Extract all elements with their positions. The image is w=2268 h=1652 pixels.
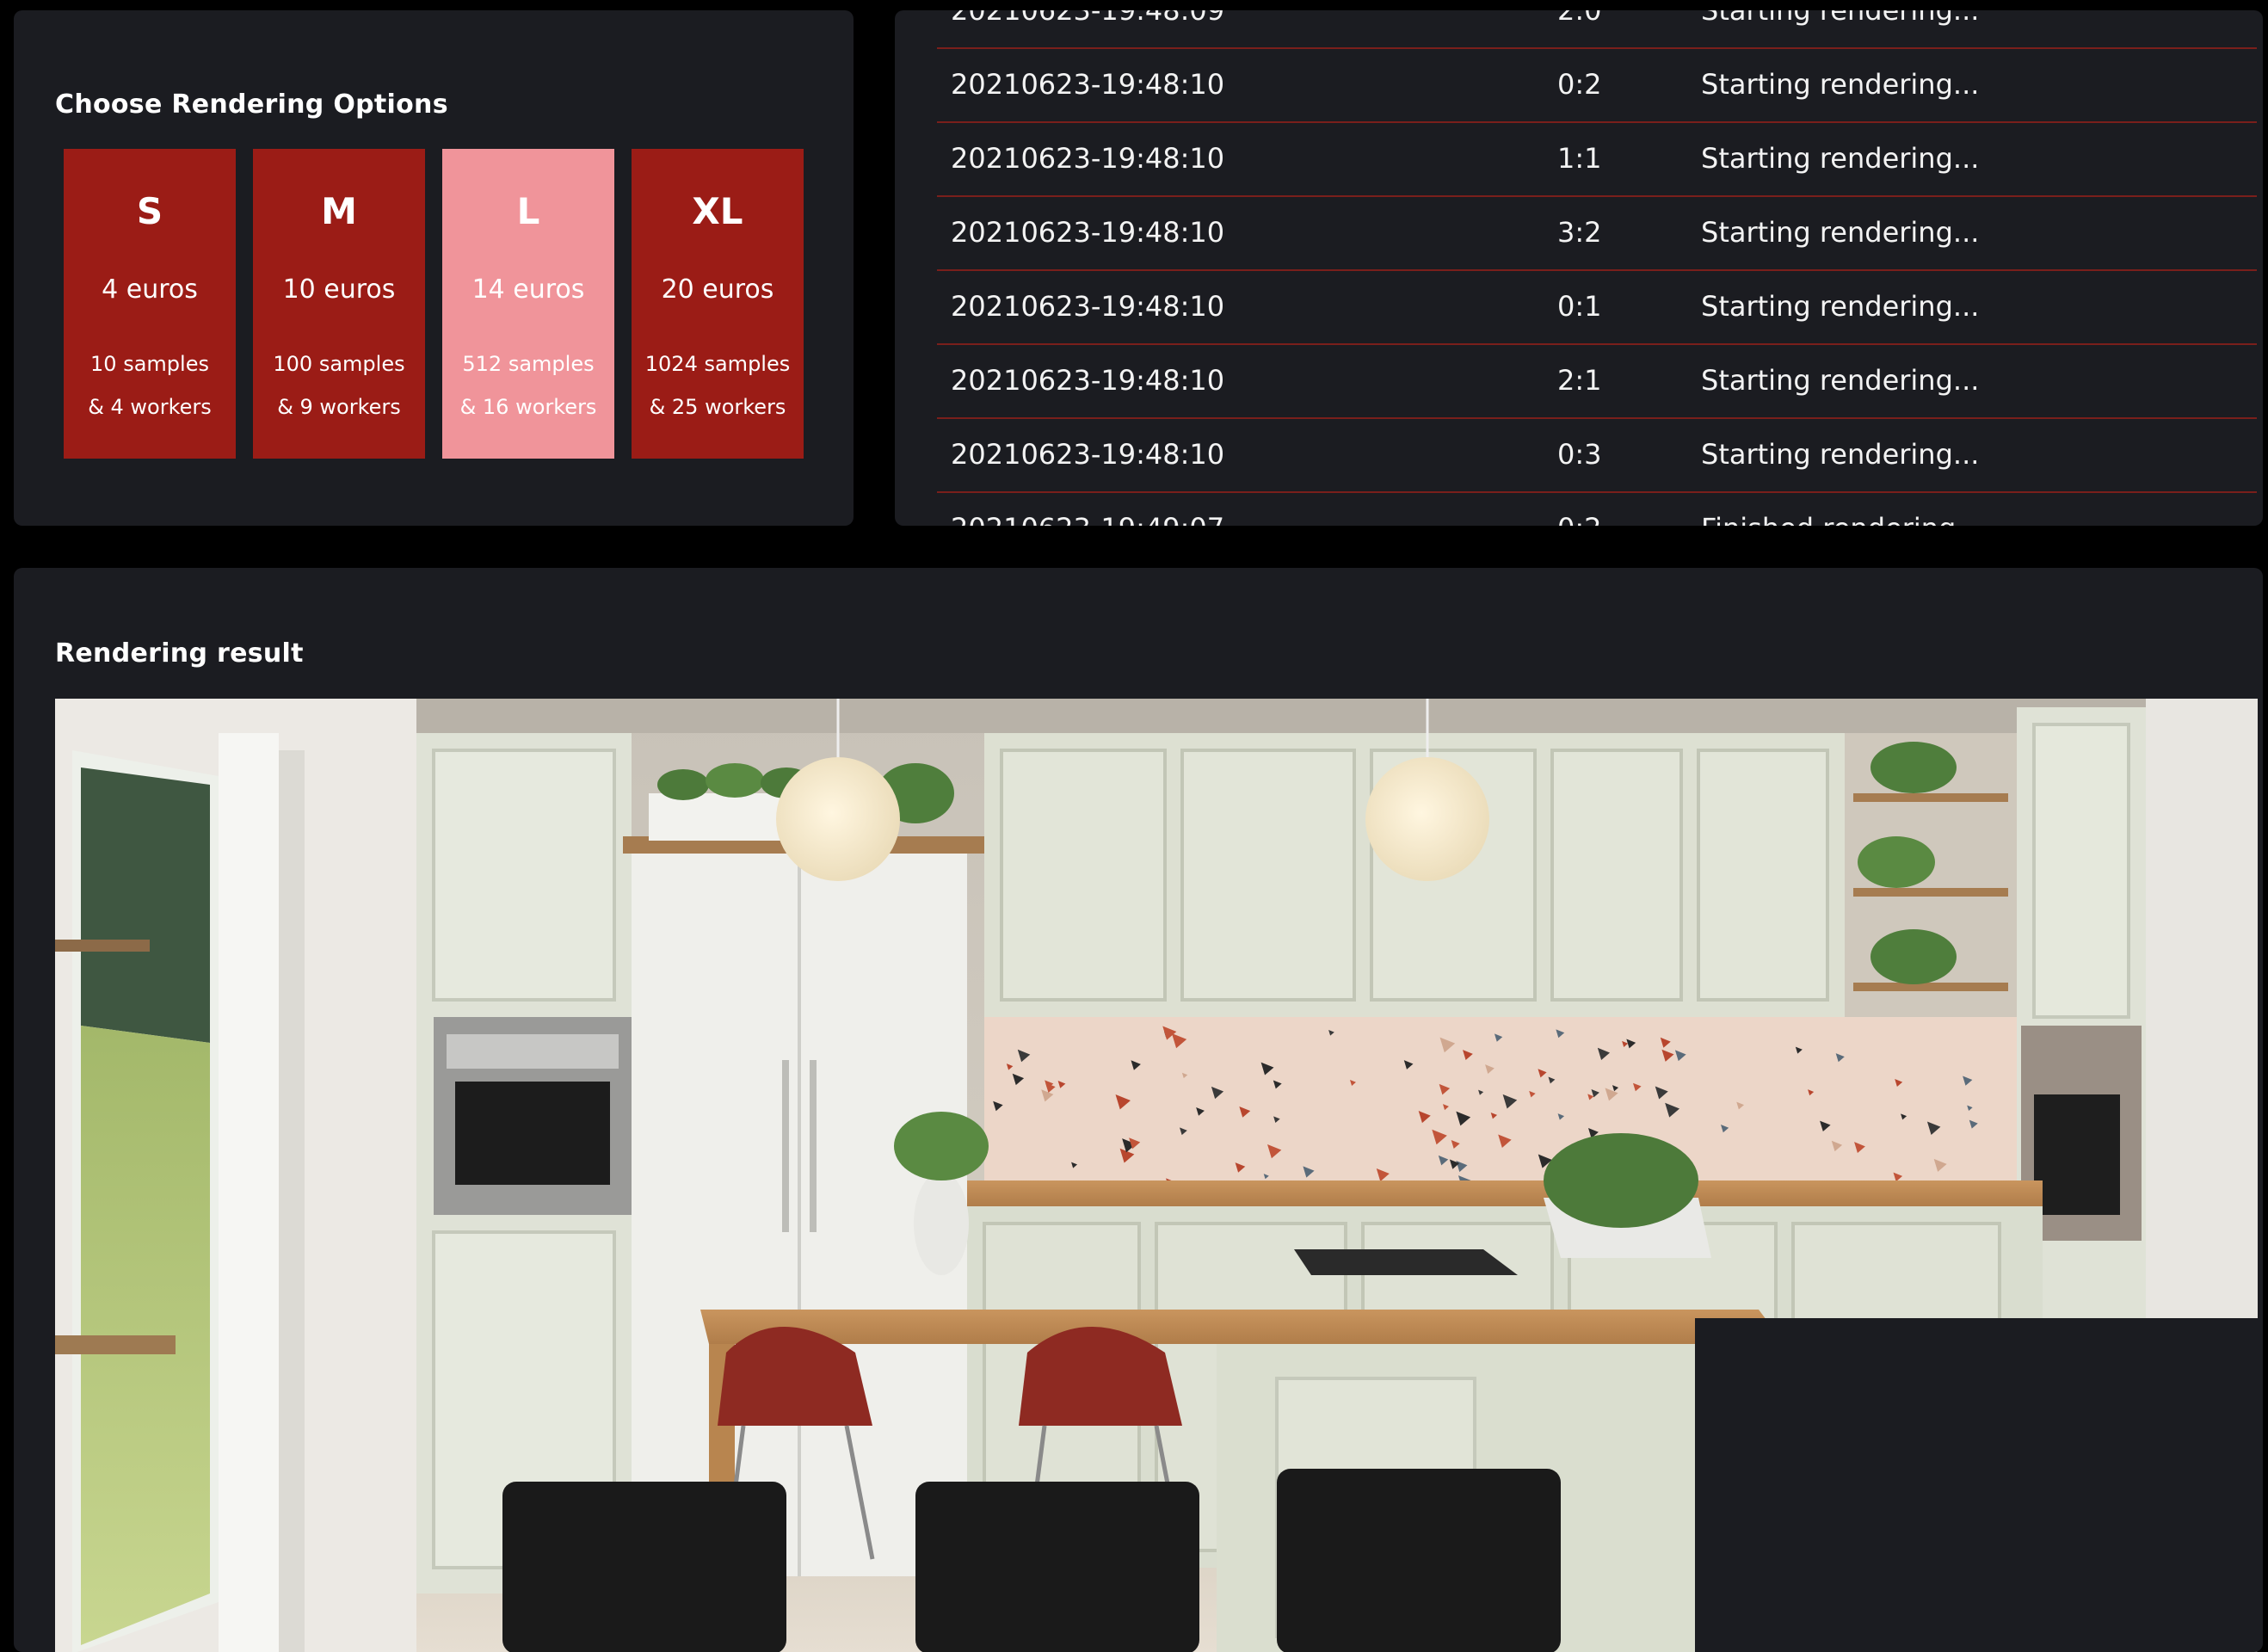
log-message: Starting rendering...: [1701, 216, 1980, 249]
log-row: 20210623-19:48:10 0:1 Starting rendering…: [937, 271, 2257, 345]
render-log-table: 20210623-19:48:09 2:0 Starting rendering…: [937, 10, 2257, 526]
tier-list: S 4 euros 10 samples & 4 workers M 10 eu…: [64, 149, 804, 459]
tier-price: 10 euros: [282, 274, 396, 305]
log-message: Starting rendering...: [1701, 364, 1980, 397]
log-row: 20210623-19:49:07 0:2 Finished rendering: [937, 493, 2257, 526]
log-timestamp: 20210623-19:48:09: [951, 10, 1225, 27]
log-timestamp: 20210623-19:48:10: [951, 290, 1225, 323]
log-tile-id: 0:3: [1557, 438, 1602, 471]
tier-workers: & 16 workers: [459, 395, 597, 419]
tier-size: XL: [692, 190, 743, 232]
log-row: 20210623-19:48:10 0:2 Starting rendering…: [937, 49, 2257, 123]
tier-m-card[interactable]: M 10 euros 100 samples & 9 workers: [253, 149, 425, 459]
log-row: 20210623-19:48:10 0:3 Starting rendering…: [937, 419, 2257, 493]
log-timestamp: 20210623-19:48:10: [951, 68, 1225, 101]
log-row: 20210623-19:48:10 3:2 Starting rendering…: [937, 197, 2257, 271]
log-message: Starting rendering...: [1701, 142, 1980, 175]
tier-samples: 1024 samples: [644, 352, 791, 376]
log-timestamp: 20210623-19:48:10: [951, 438, 1225, 471]
tier-samples: 512 samples: [462, 352, 595, 376]
log-message: Starting rendering...: [1701, 10, 1980, 27]
log-timestamp: 20210623-19:48:10: [951, 364, 1225, 397]
tier-samples: 10 samples: [90, 352, 209, 376]
log-tile-id: 3:2: [1557, 216, 1602, 249]
rendering-options-title: Choose Rendering Options: [55, 89, 448, 120]
log-tile-id: 0:2: [1557, 68, 1602, 101]
render-log-panel[interactable]: 20210623-19:48:09 2:0 Starting rendering…: [895, 10, 2263, 526]
tier-price: 20 euros: [661, 274, 774, 305]
log-tile-id: 2:1: [1557, 364, 1602, 397]
log-message: Starting rendering...: [1701, 438, 1980, 471]
log-row: 20210623-19:48:10 1:1 Starting rendering…: [937, 123, 2257, 197]
log-tile-id: 0:1: [1557, 290, 1602, 323]
tier-workers: & 25 workers: [649, 395, 786, 419]
rendering-result-title: Rendering result: [55, 638, 304, 669]
log-message: Starting rendering...: [1701, 68, 1980, 101]
tier-l-card[interactable]: L 14 euros 512 samples & 16 workers: [442, 149, 614, 459]
tier-size: M: [321, 190, 357, 232]
tier-xl-card[interactable]: XL 20 euros 1024 samples & 25 workers: [632, 149, 804, 459]
log-row: 20210623-19:48:10 2:1 Starting rendering…: [937, 345, 2257, 419]
tier-price: 4 euros: [102, 274, 198, 305]
rendering-options-panel: Choose Rendering Options S 4 euros 10 sa…: [14, 10, 854, 526]
tier-samples: 100 samples: [273, 352, 405, 376]
log-timestamp: 20210623-19:49:07: [951, 512, 1224, 526]
log-message: Starting rendering...: [1701, 290, 1980, 323]
log-tile-id: 2:0: [1557, 10, 1602, 27]
tier-workers: & 9 workers: [277, 395, 401, 419]
tier-workers: & 4 workers: [88, 395, 212, 419]
log-message: Finished rendering: [1701, 512, 1956, 526]
log-tile-id: 1:1: [1557, 142, 1602, 175]
tier-s-card[interactable]: S 4 euros 10 samples & 4 workers: [64, 149, 236, 459]
rendered-kitchen-image: [55, 699, 2258, 1652]
log-row: 20210623-19:48:09 2:0 Starting rendering…: [937, 10, 2257, 49]
log-timestamp: 20210623-19:48:10: [951, 142, 1225, 175]
log-tile-id: 0:2: [1557, 512, 1602, 526]
tier-price: 14 euros: [471, 274, 585, 305]
rendering-result-panel: Rendering result: [14, 568, 2263, 1652]
log-timestamp: 20210623-19:48:10: [951, 216, 1225, 249]
unrendered-tile: [1695, 1318, 2258, 1652]
tier-size: S: [136, 190, 163, 232]
tier-size: L: [516, 190, 540, 232]
